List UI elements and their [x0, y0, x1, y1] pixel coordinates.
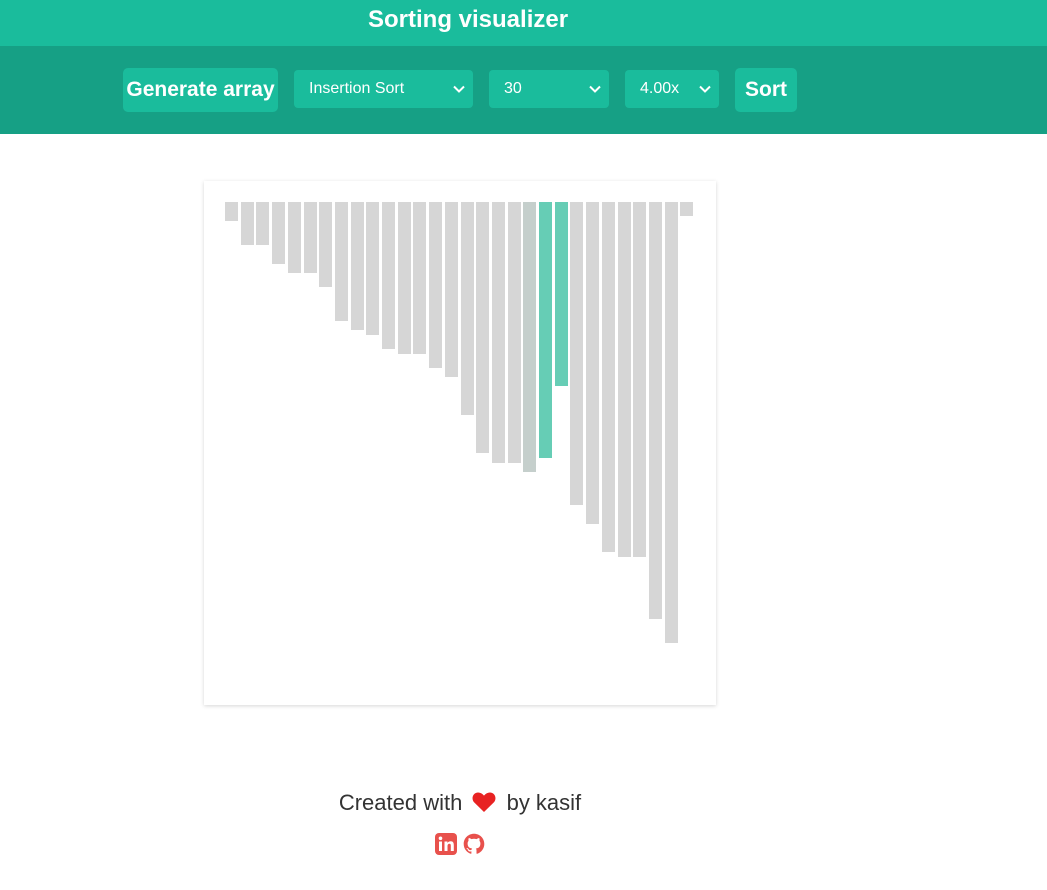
array-bar — [256, 202, 269, 245]
array-bar — [288, 202, 301, 273]
speed-select-value: 4.00x — [640, 80, 680, 97]
toolbar: Generate array Insertion Sort 30 4.00x S… — [0, 46, 1047, 134]
algorithm-select-value: Insertion Sort — [309, 80, 405, 97]
array-bar — [492, 202, 505, 463]
array-bar — [508, 202, 521, 463]
array-bar — [413, 202, 426, 354]
footer-suffix: by kasif — [506, 790, 582, 815]
array-bar — [351, 202, 364, 330]
array-bar — [618, 202, 631, 557]
array-bar — [241, 202, 254, 245]
array-bar — [398, 202, 411, 354]
footer-credit: Created with by kasif — [0, 789, 920, 817]
array-size-select[interactable]: 30 — [489, 70, 609, 108]
array-bar — [335, 202, 348, 321]
generate-array-button[interactable]: Generate array — [123, 68, 278, 112]
array-bar — [366, 202, 379, 335]
array-bar — [225, 202, 238, 221]
algorithm-select[interactable]: Insertion Sort — [294, 70, 473, 108]
array-bar — [539, 202, 552, 458]
array-bar — [476, 202, 489, 453]
array-bar — [555, 202, 568, 386]
array-bar — [461, 202, 474, 415]
array-bar — [602, 202, 615, 552]
chevron-down-icon — [589, 85, 601, 93]
chevron-down-icon — [699, 85, 711, 93]
array-bar — [304, 202, 317, 273]
heart-icon — [472, 792, 496, 812]
array-bar — [523, 202, 536, 472]
array-bar — [272, 202, 285, 264]
sort-button[interactable]: Sort — [735, 68, 797, 112]
array-bar — [680, 202, 693, 216]
github-icon[interactable] — [463, 833, 485, 855]
array-bar — [570, 202, 583, 505]
array-bar — [633, 202, 646, 557]
array-bar — [665, 202, 678, 643]
array-bar — [649, 202, 662, 619]
array-bar — [319, 202, 332, 287]
speed-select[interactable]: 4.00x — [625, 70, 719, 108]
footer-prefix: Created with — [338, 790, 463, 815]
array-bar — [586, 202, 599, 524]
array-bar — [382, 202, 395, 349]
app-title: Sorting visualizer — [368, 6, 569, 33]
linkedin-icon[interactable] — [435, 833, 457, 855]
title-bar: Sorting visualizer — [0, 0, 1047, 46]
chevron-down-icon — [453, 85, 465, 93]
array-visualizer — [204, 181, 716, 705]
array-bar — [445, 202, 458, 377]
array-size-select-value: 30 — [504, 80, 522, 97]
array-bar — [429, 202, 442, 368]
